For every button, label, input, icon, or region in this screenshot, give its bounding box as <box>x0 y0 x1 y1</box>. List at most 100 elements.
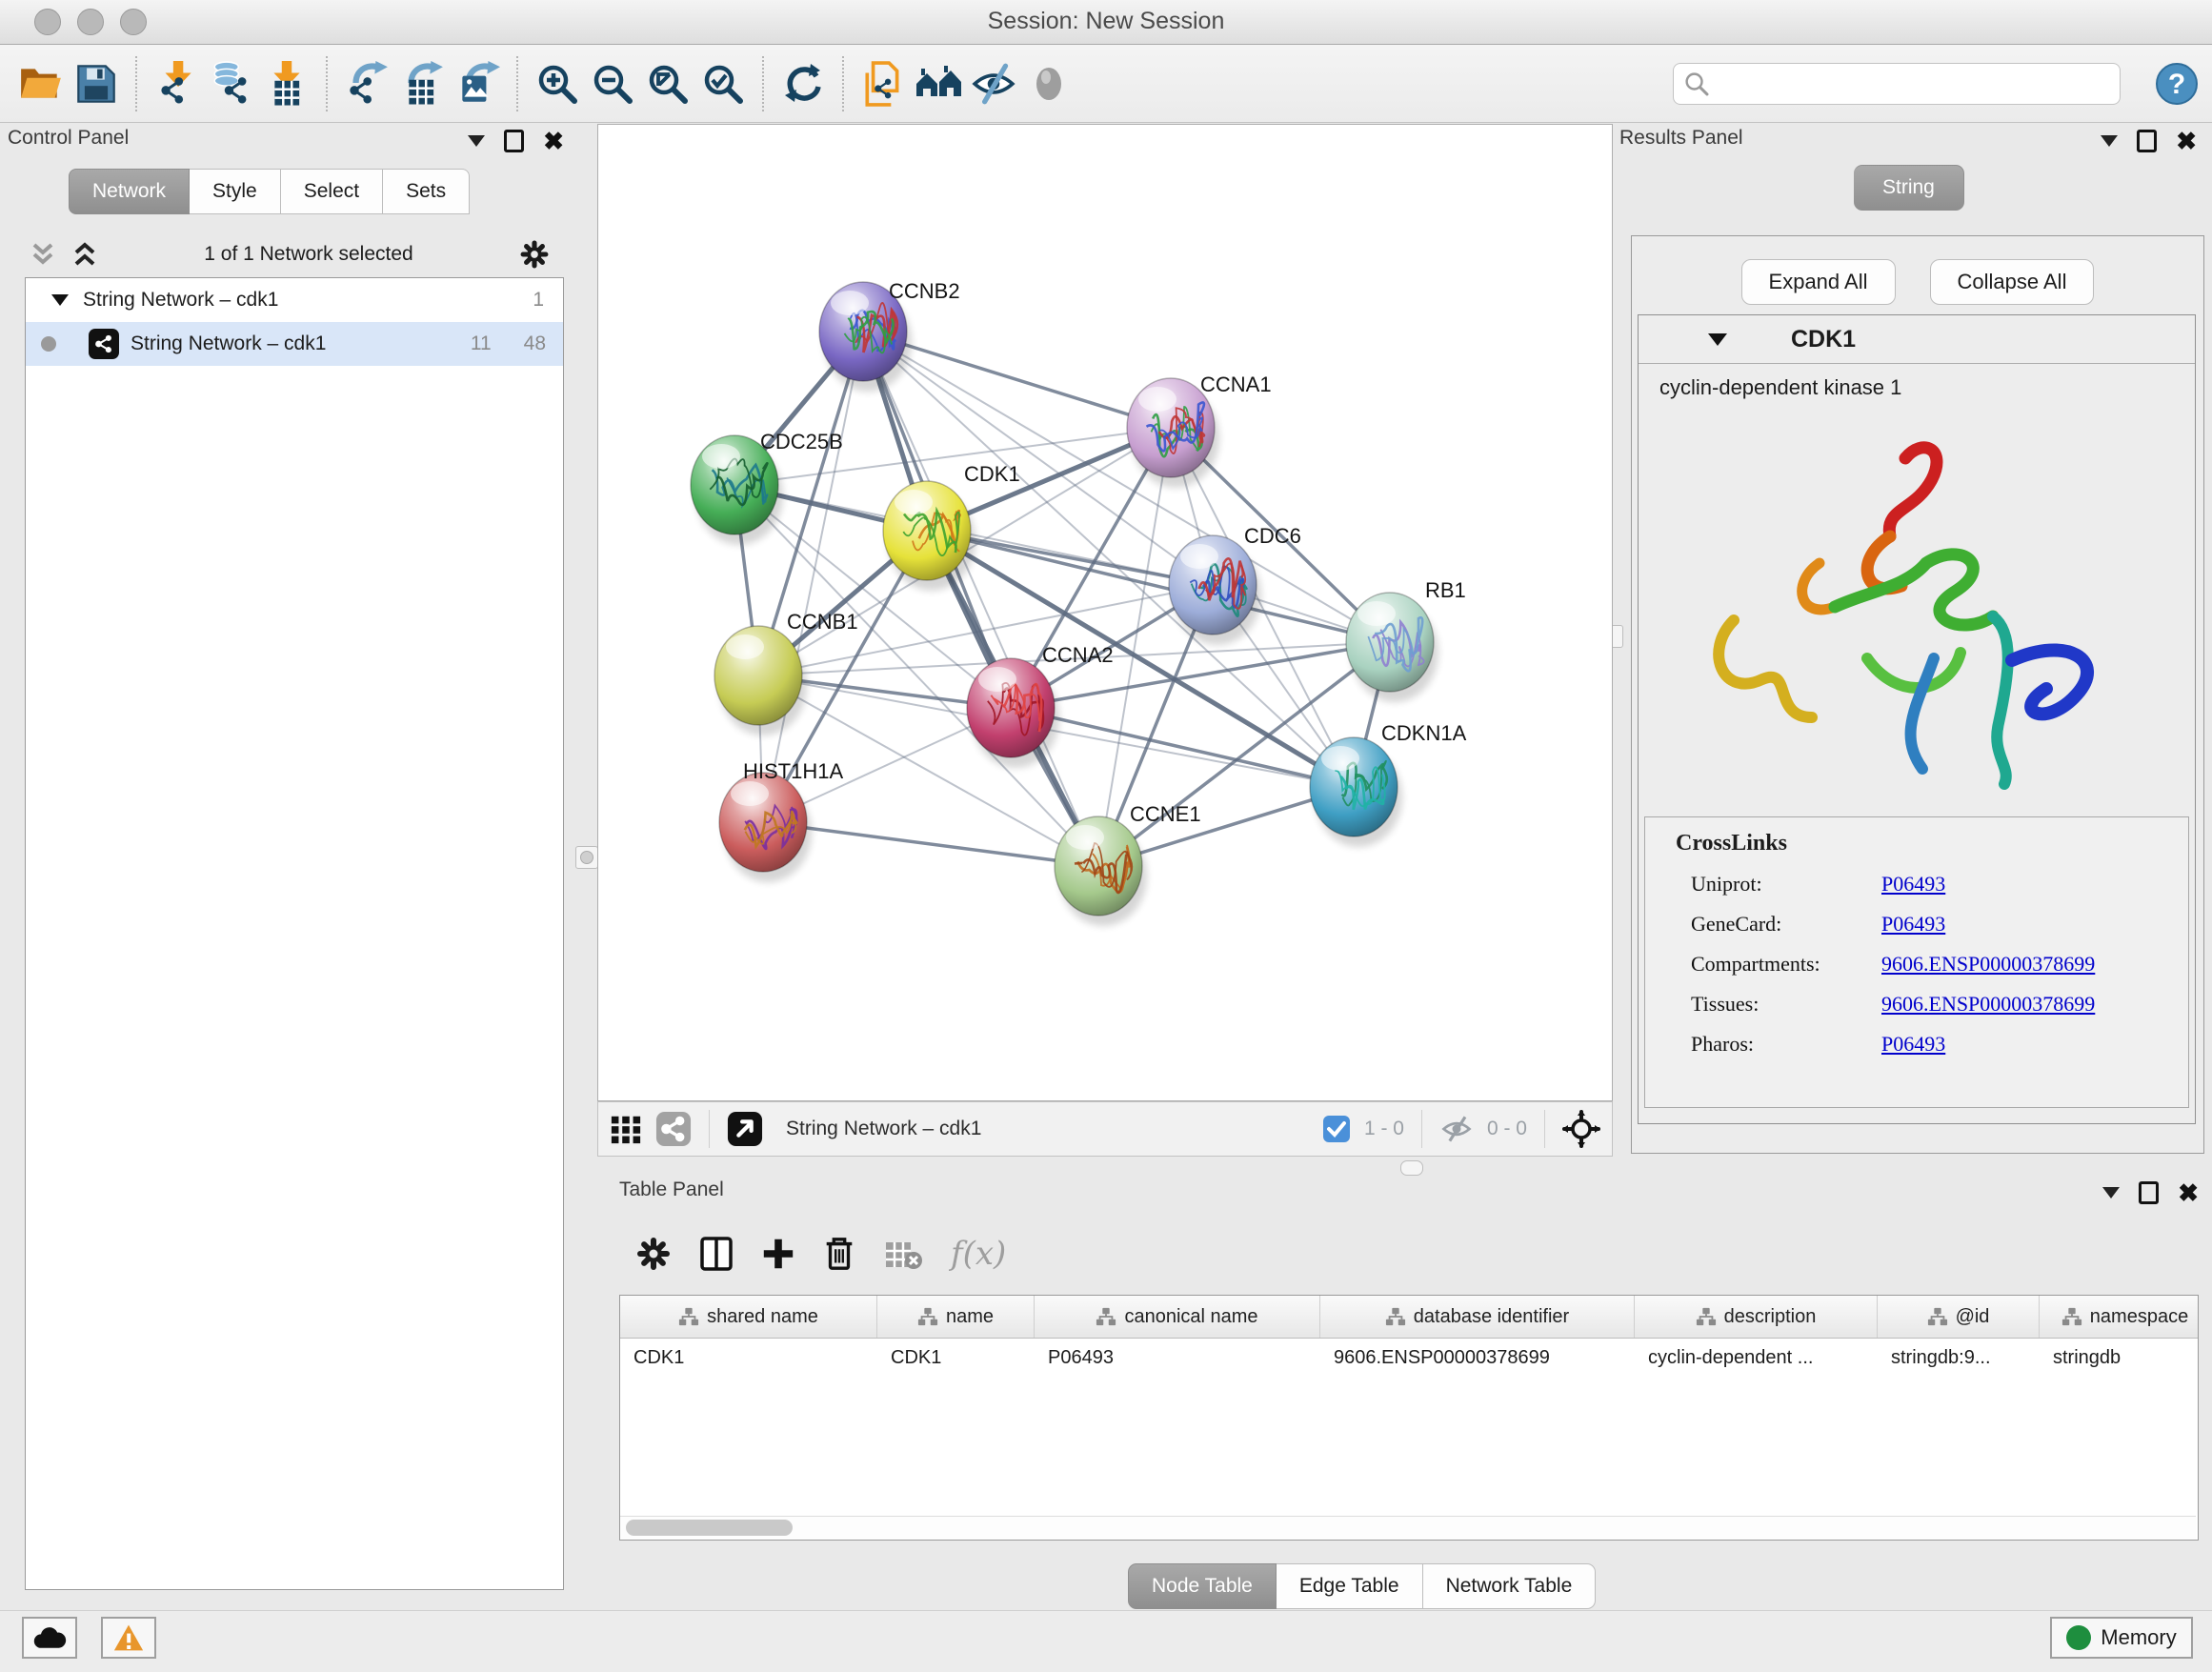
column-header--id[interactable]: @id <box>1878 1296 2040 1338</box>
network-node-CCNB2[interactable]: CCNB2 <box>819 279 960 392</box>
import-network-from-file-button[interactable] <box>149 55 204 112</box>
function-builder-button[interactable]: f(x) <box>949 1233 1010 1275</box>
table-cell[interactable]: cyclin-dependent ... <box>1635 1339 1878 1377</box>
column-header-description[interactable]: description <box>1635 1296 1878 1338</box>
table-cell[interactable]: P06493 <box>1035 1339 1320 1377</box>
table-hscroll-thumb[interactable] <box>626 1520 793 1536</box>
node-table: shared namenamecanonical namedatabase id… <box>619 1295 2199 1541</box>
tab-select[interactable]: Select <box>281 169 383 214</box>
delete-column-button[interactable] <box>821 1234 857 1274</box>
open-session-button[interactable] <box>13 55 69 112</box>
tab-sets[interactable]: Sets <box>383 169 470 214</box>
collapse-all-button[interactable]: Collapse All <box>1930 259 2095 305</box>
table-row[interactable]: CDK1CDK1P064939606.ENSP00000378699cyclin… <box>620 1339 2198 1377</box>
cloud-status-button[interactable] <box>22 1617 77 1659</box>
panel-menu-icon[interactable] <box>2101 135 2118 147</box>
expand-all-button[interactable]: Expand All <box>1741 259 1896 305</box>
network-node-CDK1[interactable]: CDK1 <box>883 462 1020 591</box>
table-cell[interactable]: 9606.ENSP00000378699 <box>1320 1339 1635 1377</box>
clone-network-icon <box>861 61 905 107</box>
refresh-view-button[interactable] <box>775 55 831 112</box>
protein-section-header[interactable]: CDK1 <box>1639 315 2195 364</box>
panel-menu-icon[interactable] <box>2102 1187 2120 1199</box>
crosslink-link[interactable]: P06493 <box>1881 912 1945 937</box>
first-neighbors-button[interactable] <box>911 55 966 112</box>
help-button[interactable]: ? <box>2155 62 2199 106</box>
table-cell[interactable]: stringdb <box>2040 1339 2199 1377</box>
tree-expand-arrow-icon[interactable] <box>50 293 70 307</box>
zoom-selected-button[interactable] <box>695 55 751 112</box>
fit-selected-crosshair-icon[interactable] <box>1562 1110 1600 1148</box>
network-canvas[interactable]: CCNB2 CCNA1 CDC25B CDK1 CDC6 R <box>597 124 1613 1101</box>
network-row-selected[interactable]: String Network – cdk1 11 48 <box>26 322 563 366</box>
crosslink-link[interactable]: 9606.ENSP00000378699 <box>1881 992 2095 1017</box>
network-node-CDC25B[interactable]: CDC25B <box>691 430 843 545</box>
search-box[interactable] <box>1673 63 2121 105</box>
zoom-in-button[interactable] <box>530 55 585 112</box>
vertical-splitter-grip[interactable] <box>575 846 598 869</box>
table-hscrollbar[interactable] <box>620 1516 2196 1540</box>
selected-checkbox-icon[interactable] <box>1322 1115 1351 1143</box>
tab-network[interactable]: Network <box>69 169 190 214</box>
tab-string[interactable]: String <box>1854 165 1964 211</box>
hide-selected-button[interactable] <box>966 55 1021 112</box>
panel-close-icon[interactable]: ✖ <box>543 131 564 151</box>
column-header-database-identifier[interactable]: database identifier <box>1320 1296 1635 1338</box>
column-header-shared-name[interactable]: shared name <box>620 1296 877 1338</box>
column-header-name[interactable]: name <box>877 1296 1035 1338</box>
network-options-gear-icon[interactable] <box>518 238 551 271</box>
import-network-from-database-button[interactable] <box>204 55 259 112</box>
delete-table-button[interactable] <box>882 1237 924 1271</box>
network-node-CCNB1[interactable]: CCNB1 <box>714 610 858 735</box>
panel-float-icon[interactable] <box>2137 130 2157 152</box>
view-grid-icon[interactable] <box>610 1113 642 1145</box>
warnings-button[interactable] <box>101 1617 156 1659</box>
network-node-HIST1H1A[interactable]: HIST1H1A <box>719 759 843 882</box>
collapse-all-icon[interactable] <box>29 240 57 269</box>
zoom-out-icon <box>591 62 634 106</box>
column-header-namespace[interactable]: namespace <box>2040 1296 2199 1338</box>
panel-float-icon[interactable] <box>504 130 524 152</box>
expand-all-icon[interactable] <box>70 240 99 269</box>
panel-menu-icon[interactable] <box>468 135 485 147</box>
crosslink-link[interactable]: 9606.ENSP00000378699 <box>1881 952 2095 977</box>
export-table-to-file-button[interactable] <box>394 55 450 112</box>
clone-network-button[interactable] <box>855 55 911 112</box>
panel-float-icon[interactable] <box>2139 1181 2159 1204</box>
export-network-to-file-button[interactable] <box>339 55 394 112</box>
export-image-button[interactable] <box>450 55 505 112</box>
tab-node-table[interactable]: Node Table <box>1128 1563 1277 1609</box>
network-node-CDC6[interactable]: CDC6 <box>1169 524 1301 645</box>
network-node-CDKN1A[interactable]: CDKN1A <box>1310 721 1467 847</box>
table-cell[interactable]: CDK1 <box>877 1339 1035 1377</box>
search-input[interactable] <box>1718 71 2110 95</box>
open-in-window-icon[interactable] <box>727 1111 763 1147</box>
crosslink-link[interactable]: P06493 <box>1881 872 1945 896</box>
network-collection-row[interactable]: String Network – cdk1 1 <box>26 278 563 322</box>
panel-close-icon[interactable]: ✖ <box>2176 131 2197 151</box>
crosslink-link[interactable]: P06493 <box>1881 1032 1945 1057</box>
tab-style[interactable]: Style <box>190 169 281 214</box>
birds-eye-share-icon[interactable] <box>655 1111 692 1147</box>
column-header-canonical-name[interactable]: canonical name <box>1035 1296 1320 1338</box>
zoom-out-button[interactable] <box>585 55 640 112</box>
import-table-from-file-button[interactable] <box>259 55 314 112</box>
memory-button[interactable]: Memory <box>2050 1617 2193 1659</box>
network-node-CCNA1[interactable]: CCNA1 <box>1127 373 1272 488</box>
table-options-gear-button[interactable] <box>634 1235 673 1273</box>
save-session-button[interactable] <box>69 55 124 112</box>
panel-close-icon[interactable]: ✖ <box>2178 1183 2199 1202</box>
network-node-RB1[interactable]: RB1 <box>1346 578 1466 702</box>
add-column-button[interactable] <box>760 1235 796 1273</box>
table-cell[interactable]: CDK1 <box>620 1339 877 1377</box>
show-all-button[interactable] <box>1021 55 1076 112</box>
tab-edge-table[interactable]: Edge Table <box>1277 1563 1423 1609</box>
section-collapse-arrow-icon[interactable] <box>1707 332 1728 347</box>
crosslink-row: Tissues: 9606.ENSP00000378699 <box>1691 992 2188 1017</box>
show-columns-button[interactable] <box>697 1235 735 1273</box>
horizontal-splitter-grip[interactable] <box>1400 1160 1423 1176</box>
tab-network-table[interactable]: Network Table <box>1423 1563 1597 1609</box>
hidden-eye-icon[interactable] <box>1439 1112 1474 1146</box>
zoom-fit-button[interactable] <box>640 55 695 112</box>
table-cell[interactable]: stringdb:9... <box>1878 1339 2040 1377</box>
